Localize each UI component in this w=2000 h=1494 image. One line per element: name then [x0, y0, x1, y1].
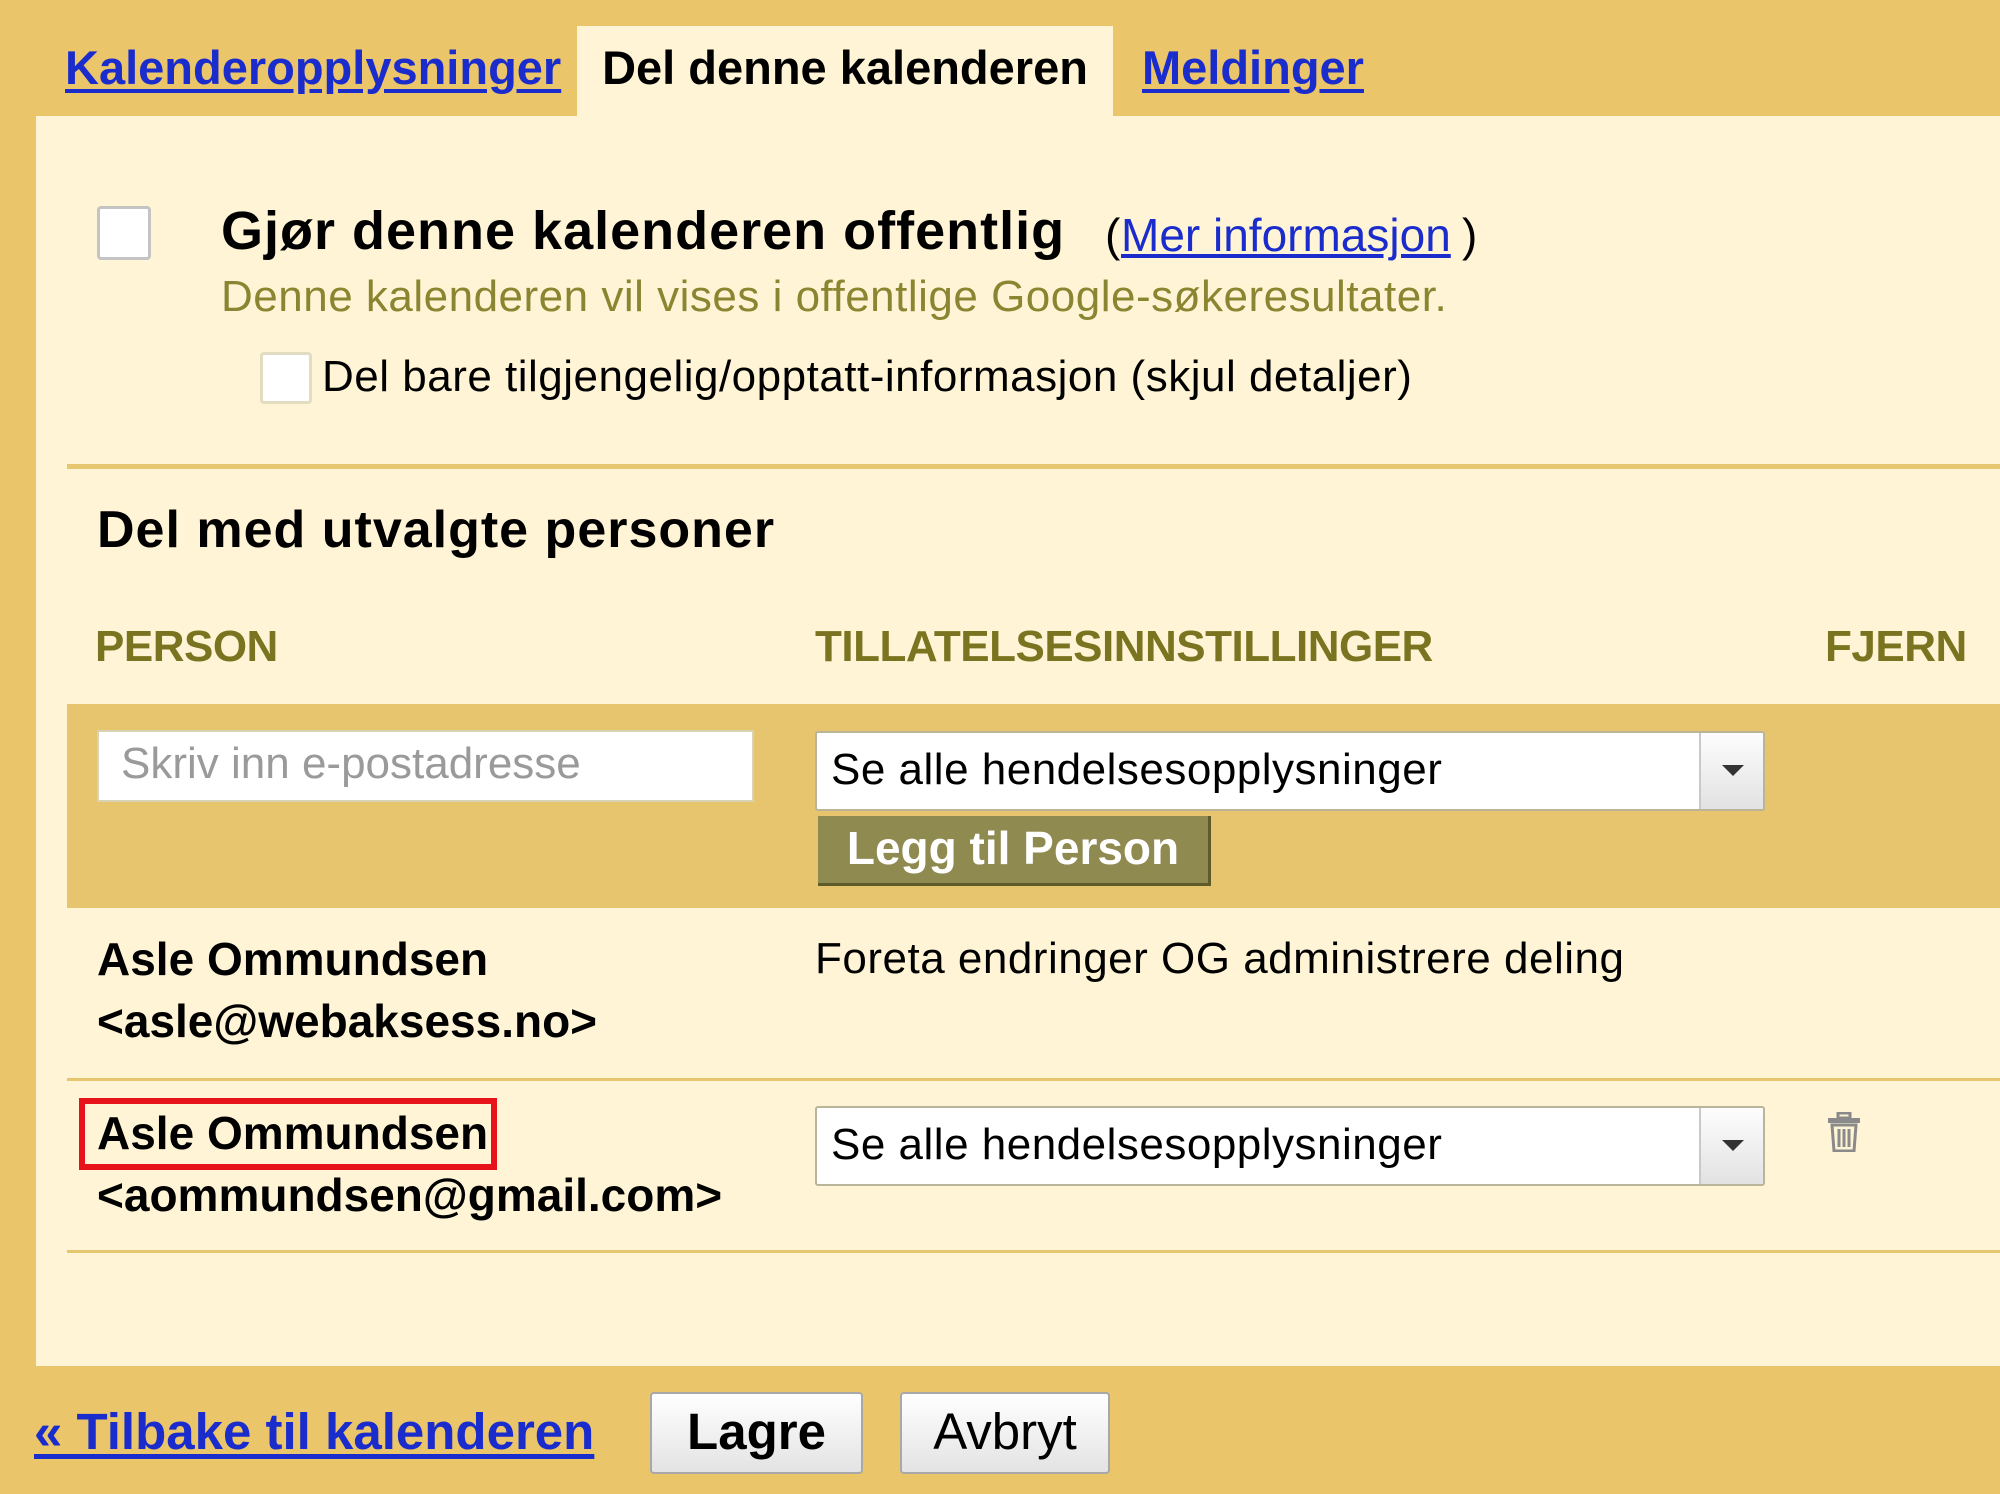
trash-icon[interactable] — [1826, 1112, 1862, 1152]
person-2-permission-select[interactable]: Se alle hendelsesopplysninger — [815, 1106, 1765, 1186]
add-person-button[interactable]: Legg til Person — [818, 816, 1211, 886]
make-public-checkbox[interactable] — [97, 206, 151, 260]
tab-calendar-details[interactable]: Kalenderopplysninger — [65, 40, 561, 95]
back-to-calendar-link[interactable]: « Tilbake til kalenderen — [34, 1402, 594, 1461]
row-divider — [67, 1250, 2000, 1253]
share-people-heading: Del med utvalgte personer — [97, 501, 776, 559]
new-person-permission-select[interactable]: Se alle hendelsesopplysninger — [815, 731, 1765, 811]
free-busy-checkbox[interactable] — [260, 352, 312, 404]
tab-share-calendar[interactable]: Del denne kalenderen — [577, 26, 1113, 118]
cancel-button[interactable]: Avbryt — [900, 1392, 1110, 1474]
row-divider — [67, 1078, 2000, 1081]
tab-notifications[interactable]: Meldinger — [1142, 40, 1364, 95]
column-header-person: PERSON — [95, 622, 278, 671]
make-public-title: Gjør denne kalenderen offentlig — [221, 201, 1066, 261]
more-info-paren-close: ) — [1462, 209, 1478, 261]
free-busy-label: Del bare tilgjengelig/opptatt-informasjo… — [322, 352, 1413, 401]
more-info-paren-open: ( — [1105, 209, 1121, 261]
highlight-annotation — [79, 1098, 497, 1170]
person-2-permission-value: Se alle hendelsesopplysninger — [831, 1120, 1443, 1169]
email-input[interactable]: Skriv inn e-postadresse — [97, 730, 754, 802]
public-description: Denne kalenderen vil vises i offentlige … — [221, 272, 1448, 321]
chevron-down-icon — [1699, 733, 1763, 809]
save-button[interactable]: Lagre — [650, 1392, 863, 1474]
column-header-remove: FJERN — [1825, 622, 1967, 671]
person-2-email: <aommundsen@gmail.com> — [97, 1169, 723, 1221]
chevron-down-icon — [1699, 1108, 1763, 1184]
section-divider — [67, 464, 2000, 469]
person-1-email: <asle@webaksess.no> — [97, 995, 598, 1047]
person-1-permission: Foreta endringer OG administrere deling — [815, 934, 1625, 983]
column-header-permissions: TILLATELSESINNSTILLINGER — [815, 622, 1433, 671]
more-info-link[interactable]: Mer informasjon — [1121, 208, 1451, 262]
person-1-name: Asle Ommundsen — [97, 933, 489, 985]
new-person-permission-value: Se alle hendelsesopplysninger — [831, 745, 1443, 794]
